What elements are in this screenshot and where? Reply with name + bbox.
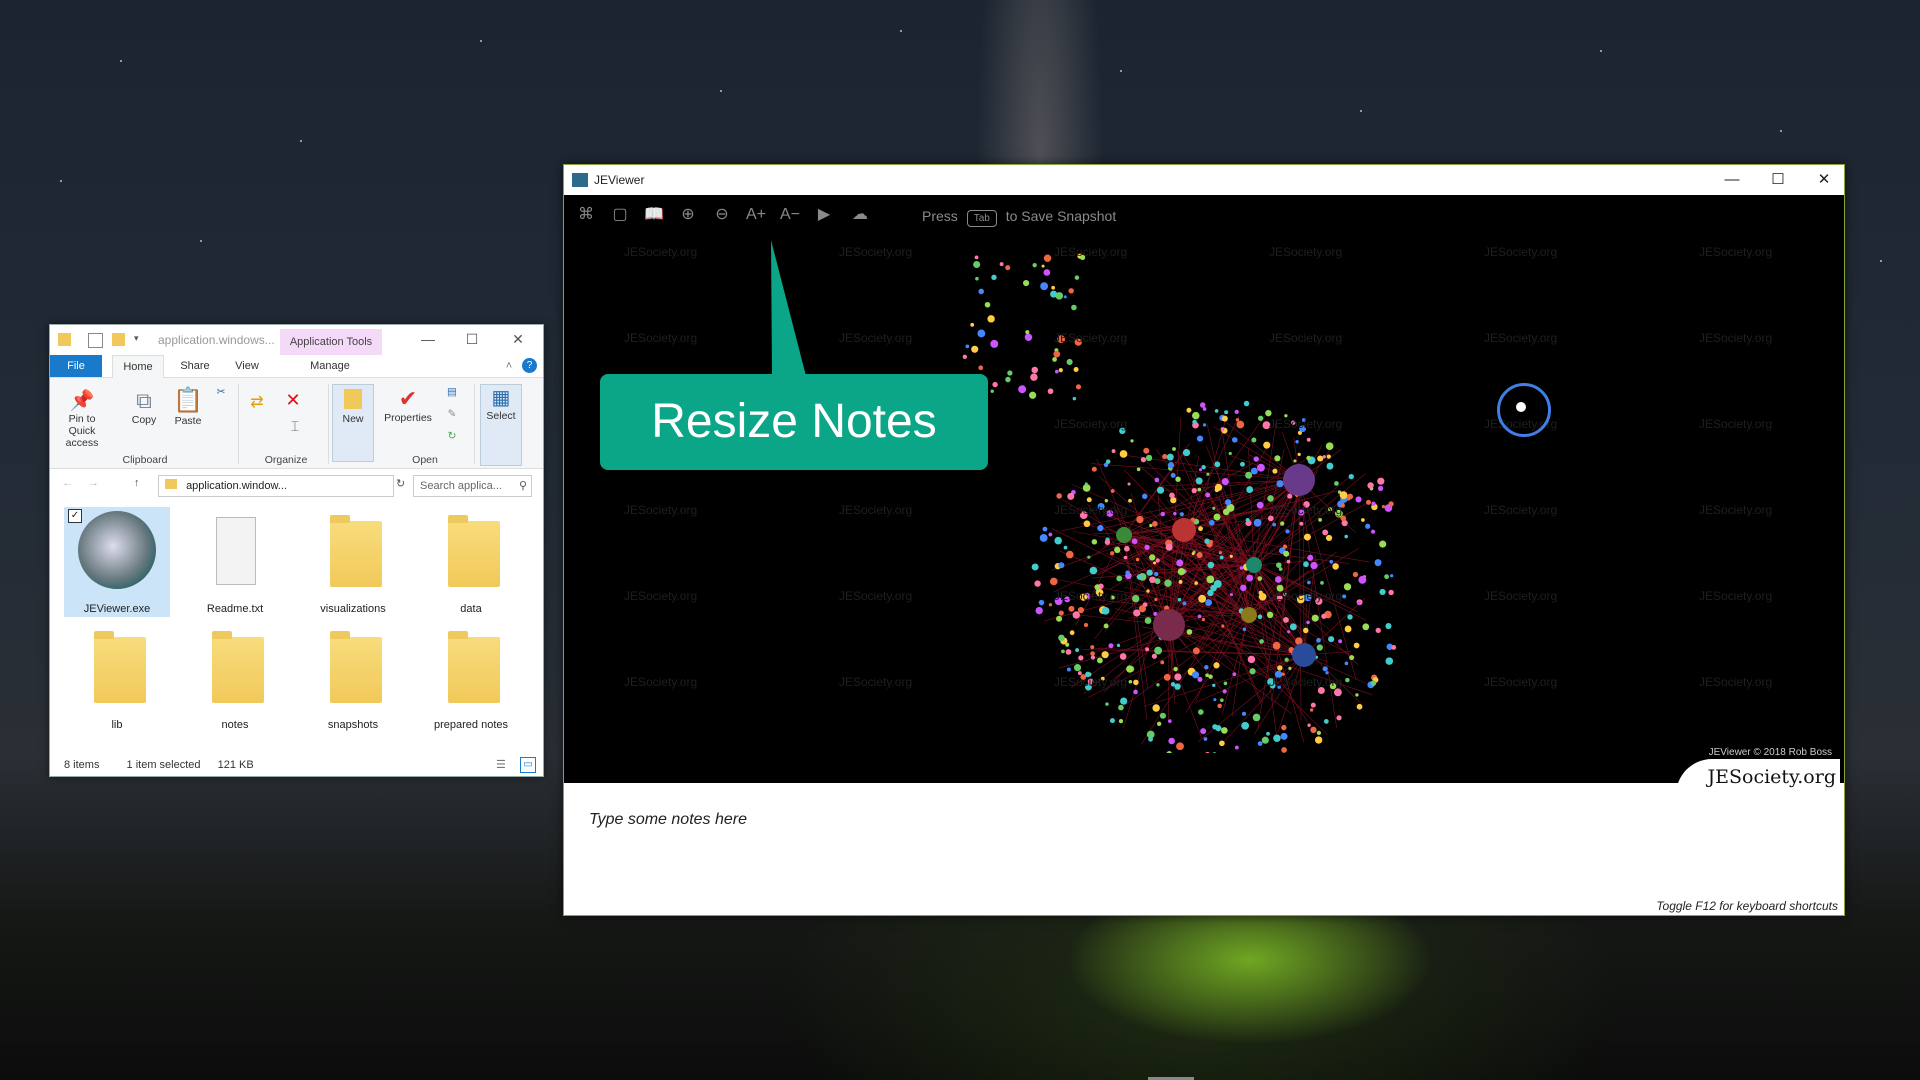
click-indicator	[1497, 383, 1551, 437]
resize-notes-callout: Resize Notes	[600, 374, 988, 470]
callout-tail	[771, 240, 806, 376]
callout-text: Resize Notes	[651, 395, 937, 448]
cursor-icon	[1516, 402, 1526, 412]
